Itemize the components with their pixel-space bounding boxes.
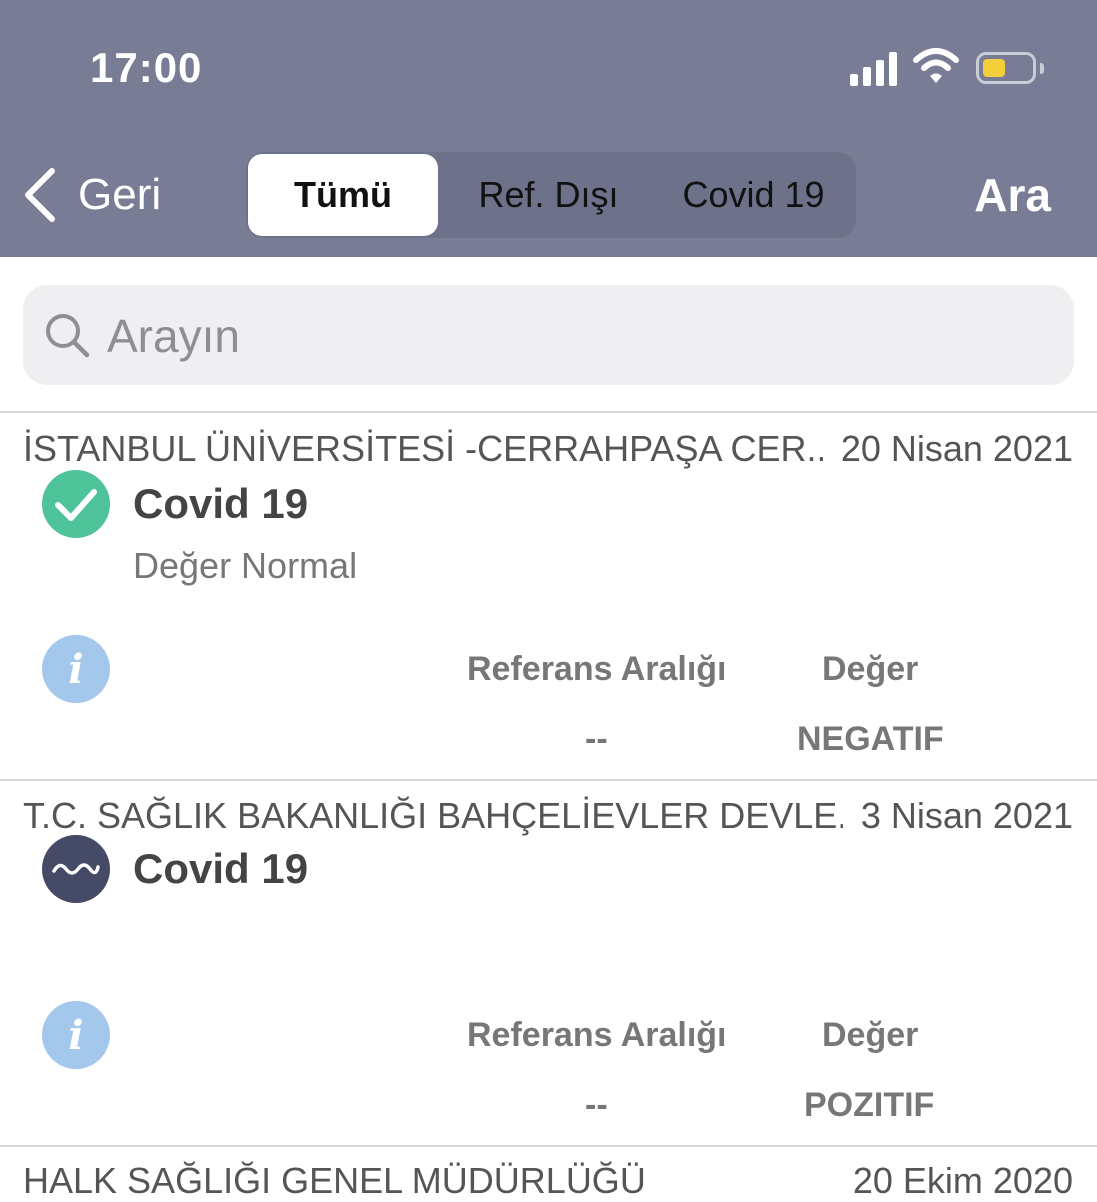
list-divider	[0, 411, 1097, 413]
result-value: NEGATIF	[797, 720, 944, 758]
test-status: Değer Normal	[133, 545, 358, 586]
svg-text:i: i	[68, 1012, 83, 1059]
back-button[interactable]: Geri	[22, 160, 192, 230]
svg-text:i: i	[68, 646, 83, 693]
reference-range-value: --	[585, 720, 608, 758]
result-date: 20 Ekim 2020	[852, 1160, 1073, 1201]
result-date: 3 Nisan 2021	[860, 795, 1073, 836]
hospital-name: HALK SAĞLIĞI GENEL MÜDÜRLÜĞÜ	[23, 1160, 646, 1201]
battery-tip	[1040, 63, 1044, 74]
hospital-name: T.C. SAĞLIK BAKANLIĞI BAHÇELİEVLER DEVLE…	[23, 795, 843, 836]
search-input[interactable]	[105, 299, 1049, 373]
list-divider	[0, 1145, 1097, 1147]
tab-out-of-range[interactable]: Ref. Dışı	[446, 154, 651, 236]
result-date: 20 Nisan 2021	[840, 428, 1073, 469]
search-button[interactable]: Ara	[974, 168, 1051, 222]
tab-all[interactable]: Tümü	[248, 154, 438, 236]
chevron-left-icon	[25, 168, 55, 222]
filter-segmented-control: Tümü Ref. Dışı Covid 19	[246, 152, 856, 238]
navigation-header: 17:00 Geri Tümü Ref. Dışı Covid 19 Ara	[0, 0, 1097, 257]
wifi-icon	[913, 48, 959, 83]
info-icon[interactable]: i	[42, 1001, 110, 1069]
status-time: 17:00	[90, 44, 203, 91]
value-header: Değer	[822, 1016, 919, 1054]
search-bar[interactable]	[23, 285, 1074, 385]
back-label: Geri	[78, 170, 162, 219]
reference-range-value: --	[585, 1086, 608, 1124]
reference-range-header: Referans Aralığı	[467, 650, 727, 688]
info-icon[interactable]: i	[42, 635, 110, 703]
check-circle-icon	[42, 470, 110, 538]
test-name: Covid 19	[133, 845, 309, 892]
value-header: Değer	[822, 650, 919, 688]
test-name: Covid 19	[133, 480, 309, 527]
list-divider	[0, 779, 1097, 781]
tab-covid-19[interactable]: Covid 19	[656, 154, 851, 236]
hospital-name: İSTANBUL ÜNİVERSİTESİ -CERRAHPAŞA CER...	[23, 428, 823, 469]
cellular-signal-icon	[850, 52, 900, 86]
reference-range-header: Referans Aralığı	[467, 1016, 727, 1054]
search-icon	[46, 314, 90, 358]
wave-circle-icon	[42, 835, 110, 903]
result-value: POZITIF	[804, 1086, 935, 1124]
battery-icon	[976, 52, 1036, 84]
